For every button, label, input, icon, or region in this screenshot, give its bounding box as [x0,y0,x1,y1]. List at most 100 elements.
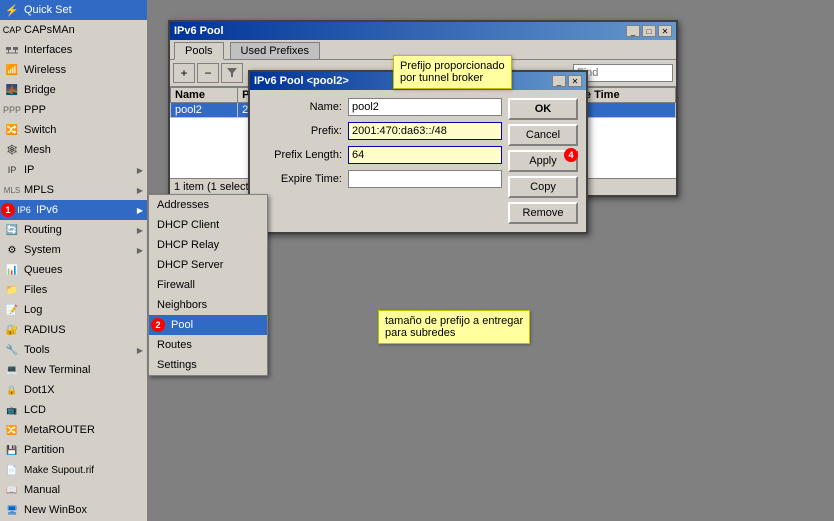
sidebar-item-bridge[interactable]: 🌉 Bridge [0,80,147,100]
sidebar-item-capsman[interactable]: CAP CAPsMAn [0,20,147,40]
context-menu-neighbors[interactable]: Neighbors [149,295,267,315]
sidebar-label: IP [24,164,137,176]
sidebar-item-ip[interactable]: IP IP ▶ [0,160,147,180]
cell-name: pool2 [171,103,238,118]
dialog-minimize-button[interactable]: _ [552,75,566,87]
sidebar-item-routing[interactable]: 🔄 Routing ▶ [0,220,147,240]
sidebar-label: Tools [24,344,137,356]
sidebar-item-queues[interactable]: 📊 Queues [0,260,147,280]
tab-used-prefixes[interactable]: Used Prefixes [230,42,320,59]
sidebar-item-ppp[interactable]: PPP PPP [0,100,147,120]
prefix-length-input[interactable] [348,146,502,164]
name-input[interactable] [348,98,502,116]
form-row-prefix-length: Prefix Length: [258,146,502,164]
sidebar-item-partition[interactable]: 💾 Partition [0,440,147,460]
apply-button[interactable]: Apply 4 [508,150,578,172]
context-menu-firewall[interactable]: Firewall [149,275,267,295]
sidebar-label: Bridge [24,84,143,96]
toolbar: + − [173,63,243,83]
mesh-icon: 🕸 [4,142,20,158]
context-menu-settings[interactable]: Settings [149,355,267,375]
context-menu-ipv6: Addresses DHCP Client DHCP Relay DHCP Se… [148,194,268,376]
remove-icon: − [204,66,211,80]
sidebar-label: MPLS [24,184,137,196]
dialog-controls: _ ✕ [552,75,582,87]
minimize-button[interactable]: _ [626,25,640,37]
switch-icon: 🔀 [4,122,20,138]
sidebar-item-quickset[interactable]: ⚡ Quick Set [0,0,147,20]
form-area: Name: Prefix: Prefix Length: [258,98,502,224]
sidebar-item-mesh[interactable]: 🕸 Mesh [0,140,147,160]
maximize-button[interactable]: □ [642,25,656,37]
dialog-close-button[interactable]: ✕ [568,75,582,87]
sidebar-item-interfaces[interactable]: Interfaces [0,40,147,60]
sidebar-label: RADIUS [24,324,143,336]
sidebar-label: Quick Set [24,4,143,16]
prefix-input[interactable] [348,122,502,140]
close-button[interactable]: ✕ [658,25,672,37]
sidebar-item-newterminal[interactable]: 💻 New Terminal [0,360,147,380]
window-controls: _ □ ✕ [626,25,672,37]
sidebar-label: MetaROUTER [24,424,143,436]
remove-button[interactable]: − [197,63,219,83]
terminal-icon: 💻 [4,362,20,378]
sidebar-item-manual[interactable]: 📖 Manual [0,480,147,500]
sidebar-item-log[interactable]: 📝 Log [0,300,147,320]
sidebar-label: CAPsMAn [24,24,143,36]
metarouter-icon: 🔀 [4,422,20,438]
context-menu-routes[interactable]: Routes [149,335,267,355]
add-icon: + [180,66,187,80]
copy-button[interactable]: Copy [508,176,578,198]
sidebar-item-radius[interactable]: 🔐 RADIUS [0,320,147,340]
remove-button[interactable]: Remove [508,202,578,224]
tools-icon: 🔧 [4,342,20,358]
add-button[interactable]: + [173,63,195,83]
cancel-button[interactable]: Cancel [508,124,578,146]
sidebar-item-metarouter[interactable]: 🔀 MetaROUTER [0,420,147,440]
expire-input[interactable] [348,170,502,188]
filter-button[interactable] [221,63,243,83]
sidebar-item-files[interactable]: 📁 Files [0,280,147,300]
make-icon: 📄 [4,462,20,478]
tooltip-subnet: tamaño de prefijo a entregar para subred… [378,310,530,344]
sidebar-item-system[interactable]: ⚙ System ▶ [0,240,147,260]
sidebar-item-dot1x[interactable]: 🔒 Dot1X [0,380,147,400]
manual-icon: 📖 [4,482,20,498]
newwinbox-icon: 🖥 [4,502,20,518]
lcd-icon: 📺 [4,402,20,418]
sidebar: ⚡ Quick Set CAP CAPsMAn Interfaces 📶 Wir… [0,0,148,521]
sidebar-item-tools[interactable]: 🔧 Tools ▶ [0,340,147,360]
ok-button[interactable]: OK [508,98,578,120]
arrow-icon: ▶ [137,206,143,215]
sidebar-label: PPP [24,104,143,116]
context-menu-dhcp-server[interactable]: DHCP Server [149,255,267,275]
sidebar-item-ipv6[interactable]: 1 IP6 IPv6 ▶ [0,200,147,220]
sidebar-item-lcd[interactable]: 📺 LCD [0,400,147,420]
sidebar-item-newwinbox[interactable]: 🖥 New WinBox [0,500,147,520]
wireless-icon: 📶 [4,62,20,78]
app-window: ⚡ Quick Set CAP CAPsMAn Interfaces 📶 Wir… [0,0,834,521]
interfaces-icon [4,42,20,58]
filter-icon [226,66,238,81]
sidebar-label: Interfaces [24,44,143,56]
sidebar-item-wireless[interactable]: 📶 Wireless [0,60,147,80]
find-input[interactable] [573,64,673,82]
arrow-icon: ▶ [137,166,143,175]
files-icon: 📁 [4,282,20,298]
tooltip-tunnel-broker: Prefijo proporcionado por tunnel broker [393,55,512,89]
context-menu-pool[interactable]: 2 Pool [149,315,267,335]
sidebar-item-mpls[interactable]: MLS MPLS ▶ [0,180,147,200]
col-name: Name [171,88,238,103]
capsman-icon: CAP [4,22,20,38]
ip-icon: IP [4,162,20,178]
context-menu-dhcp-relay[interactable]: DHCP Relay [149,235,267,255]
tab-pools[interactable]: Pools [174,42,224,60]
sidebar-item-make[interactable]: 📄 Make Supout.rif [0,460,147,480]
partition-icon: 💾 [4,442,20,458]
dialog-title: IPv6 Pool <pool2> [254,75,349,87]
context-menu-dhcp-client[interactable]: DHCP Client [149,215,267,235]
sidebar-item-switch[interactable]: 🔀 Switch [0,120,147,140]
ipv6-icon: IP6 [16,202,32,218]
context-menu-addresses[interactable]: Addresses [149,195,267,215]
sidebar-label: New WinBox [24,504,143,516]
